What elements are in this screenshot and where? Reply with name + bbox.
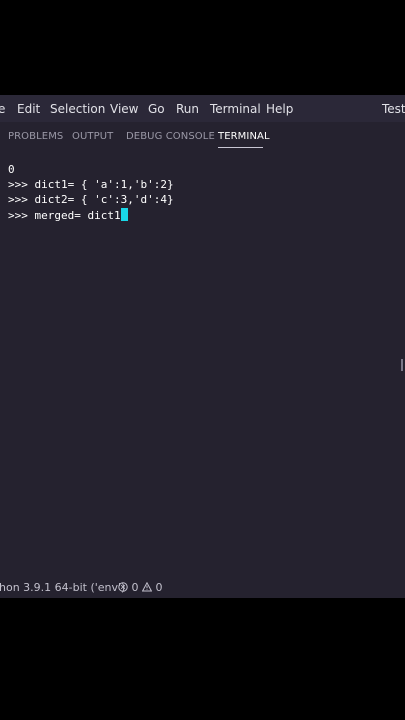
- window-title: Test.p: [382, 102, 405, 116]
- menu-file[interactable]: e: [0, 102, 5, 116]
- terminal-line: >>> dict1= { 'a':1,'b':2}: [8, 178, 174, 191]
- menu-selection[interactable]: Selection: [50, 102, 105, 116]
- error-icon: [118, 582, 128, 592]
- menu-go[interactable]: Go: [148, 102, 165, 116]
- tab-debug-console[interactable]: DEBUG CONSOLE: [126, 131, 215, 142]
- python-interpreter[interactable]: hon 3.9.1 64-bit ('env'): [0, 581, 125, 594]
- panel-tabs: PROBLEMS OUTPUT DEBUG CONSOLE TERMINAL: [0, 122, 405, 152]
- problems-status[interactable]: 0 0: [118, 581, 163, 594]
- terminal-cursor: [120, 208, 128, 221]
- vscode-window: e Edit Selection View Go Run Terminal He…: [0, 95, 405, 598]
- menu-bar: e Edit Selection View Go Run Terminal He…: [0, 95, 405, 122]
- menu-edit[interactable]: Edit: [17, 102, 40, 116]
- menu-terminal[interactable]: Terminal: [210, 102, 261, 116]
- terminal-line: >>> dict2= { 'c':3,'d':4}: [8, 193, 174, 206]
- terminal-input-line[interactable]: >>> merged= dict1: [8, 208, 128, 222]
- warning-count: 0: [155, 581, 163, 594]
- terminal-output[interactable]: 0 >>> dict1= { 'a':1,'b':2} >>> dict2= {…: [0, 152, 405, 582]
- tab-terminal[interactable]: TERMINAL: [218, 131, 270, 142]
- panel-resize-handle[interactable]: [401, 359, 403, 371]
- warning-icon: [142, 582, 152, 592]
- tab-output[interactable]: OUTPUT: [72, 131, 113, 142]
- tab-problems[interactable]: PROBLEMS: [8, 131, 63, 142]
- error-count: 0: [131, 581, 139, 594]
- terminal-current-command: >>> merged= dict1: [8, 209, 121, 222]
- terminal-line: 0: [8, 163, 15, 176]
- active-tab-indicator: [218, 147, 263, 148]
- menu-run[interactable]: Run: [176, 102, 199, 116]
- status-bar: hon 3.9.1 64-bit ('env') 0 0: [0, 580, 405, 598]
- menu-help[interactable]: Help: [266, 102, 293, 116]
- menu-view[interactable]: View: [110, 102, 138, 116]
